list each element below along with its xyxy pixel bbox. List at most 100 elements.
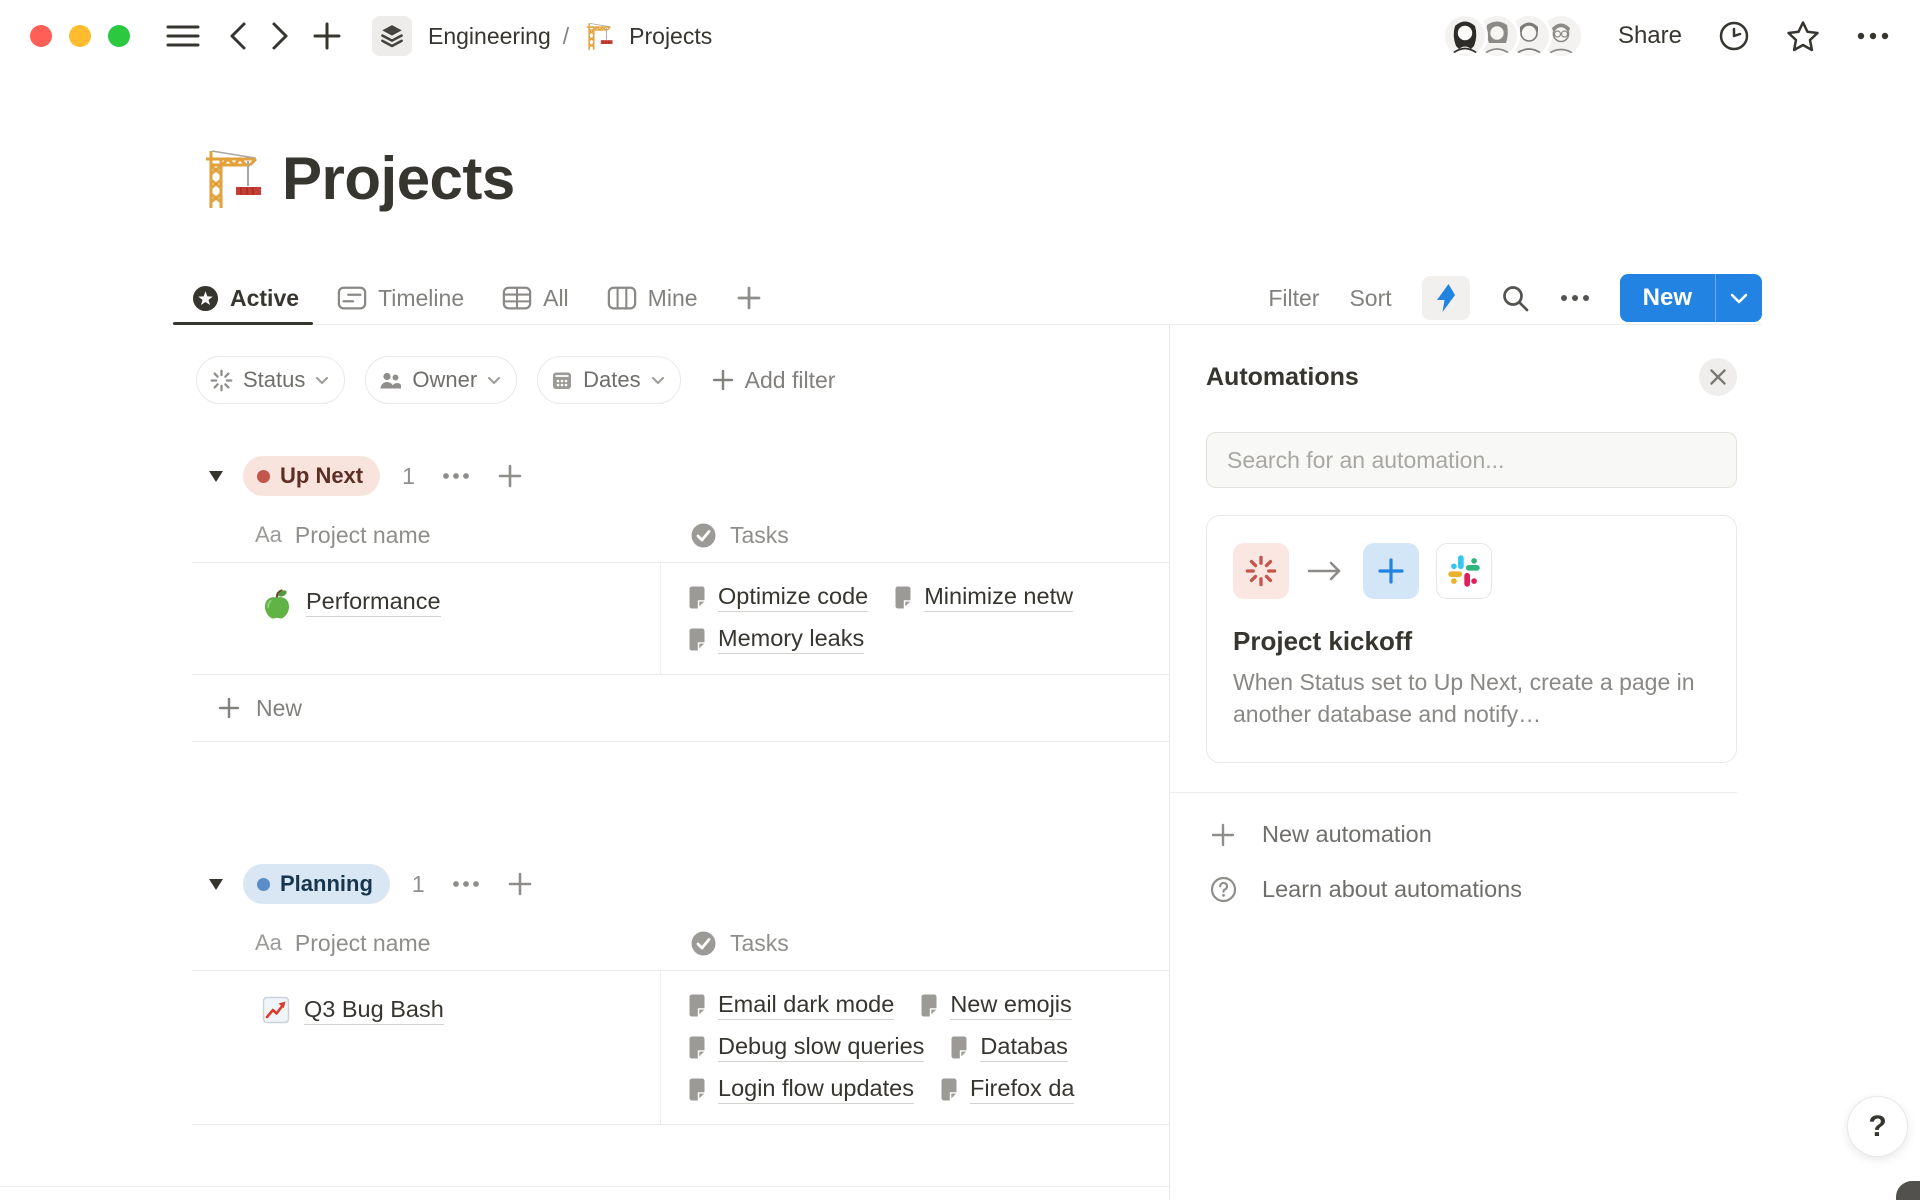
status-trigger-icon [1233, 543, 1289, 599]
group-badge[interactable]: Planning [243, 864, 390, 904]
group-options-button[interactable] [452, 880, 480, 888]
task-page-link[interactable]: Memory leaks [688, 625, 864, 654]
task-page-link[interactable]: Firefox da [940, 1075, 1075, 1104]
task-label: Databas [980, 1033, 1068, 1062]
breadcrumb-page[interactable]: Projects [629, 23, 712, 50]
automations-button[interactable] [1422, 276, 1470, 320]
new-record-button[interactable]: New [1620, 274, 1762, 322]
new-record-label[interactable]: New [1620, 274, 1715, 322]
chip-label: Dates [583, 367, 640, 393]
tab-label: Mine [648, 285, 698, 312]
column-header-tasks[interactable]: Tasks [660, 522, 1169, 549]
project-page-link[interactable]: Q3 Bug Bash [304, 996, 444, 1025]
tab-timeline[interactable]: Timeline [337, 272, 464, 324]
automation-search-input[interactable] [1225, 446, 1718, 475]
window-close-button[interactable] [30, 25, 52, 47]
column-header-tasks[interactable]: Tasks [660, 930, 1169, 957]
window-minimize-button[interactable] [69, 25, 91, 47]
more-options-button[interactable] [1856, 31, 1890, 41]
view-options-button[interactable] [1560, 294, 1590, 302]
text-property-icon: Aa [255, 930, 282, 956]
help-button[interactable]: ? [1847, 1096, 1908, 1157]
sidebar-menu-button[interactable] [166, 23, 200, 49]
view-toolbar: Filter Sort New [1268, 274, 1762, 322]
task-page-link[interactable]: New emojis [920, 991, 1071, 1020]
task-page-link[interactable]: Login flow updates [688, 1075, 914, 1104]
task-label: Firefox da [970, 1075, 1075, 1104]
close-panel-button[interactable] [1699, 358, 1737, 396]
learn-about-automations-button[interactable]: Learn about automations [1206, 862, 1737, 917]
window-corner [1896, 1181, 1920, 1200]
filter-button[interactable]: Filter [1268, 285, 1319, 312]
task-page-link[interactable]: Minimize netw [894, 583, 1073, 612]
sort-button[interactable]: Sort [1349, 285, 1391, 312]
slack-icon [1447, 554, 1481, 588]
page-icon [688, 1036, 706, 1059]
create-page-action-icon [1363, 543, 1419, 599]
group-add-button[interactable] [507, 871, 533, 897]
column-header-project-name[interactable]: Aa Project name [192, 930, 660, 957]
column-header-project-name[interactable]: Aa Project name [192, 522, 660, 549]
project-name-cell: Performance [192, 563, 660, 674]
favorite-button[interactable] [1786, 20, 1820, 53]
new-automation-button[interactable]: New automation [1206, 807, 1737, 862]
panel-title: Automations [1206, 363, 1359, 392]
chart-increasing-icon [262, 996, 290, 1024]
automation-card[interactable]: Project kickoff When Status set to Up Ne… [1206, 515, 1737, 763]
new-row-button[interactable]: New [192, 675, 1169, 742]
collapse-toggle-icon[interactable] [208, 878, 224, 891]
group-add-button[interactable] [497, 463, 523, 489]
task-page-link[interactable]: Email dark mode [688, 991, 894, 1020]
page-title[interactable]: Projects [282, 144, 515, 213]
ellipsis-icon [1856, 31, 1890, 41]
new-record-dropdown[interactable] [1716, 274, 1762, 322]
add-filter-label: Add filter [745, 367, 836, 394]
task-page-link[interactable]: Debug slow queries [688, 1033, 924, 1062]
column-header-label: Tasks [730, 522, 789, 549]
green-apple-icon [262, 588, 292, 620]
collapse-toggle-icon[interactable] [208, 470, 224, 483]
status-dot [257, 470, 270, 483]
window-zoom-button[interactable] [108, 25, 130, 47]
check-circle-icon [690, 522, 717, 549]
status-filter-chip[interactable]: Status [196, 356, 345, 404]
new-page-button[interactable] [312, 21, 342, 51]
tab-all[interactable]: All [502, 272, 569, 324]
dates-filter-chip[interactable]: Dates [537, 356, 680, 404]
plus-icon [711, 368, 735, 392]
add-view-button[interactable] [736, 285, 762, 311]
updates-button[interactable] [1718, 20, 1750, 52]
table-view-icon [502, 285, 532, 311]
owner-filter-chip[interactable]: Owner [365, 356, 517, 404]
task-page-link[interactable]: Optimize code [688, 583, 868, 612]
add-filter-button[interactable]: Add filter [711, 367, 836, 394]
breadcrumb-separator: / [563, 23, 569, 50]
table-header-row: Aa Project name Tasks [192, 916, 1169, 971]
back-button[interactable] [228, 21, 248, 51]
page-icon [688, 586, 706, 609]
content-bottom-divider [0, 1186, 1169, 1187]
group-options-button[interactable] [442, 472, 470, 480]
group-header: Planning 1 [192, 858, 1169, 910]
table-row: Performance Optimize code Minimize netw [192, 563, 1169, 675]
group-count: 1 [402, 463, 415, 490]
forward-button[interactable] [270, 21, 290, 51]
table-header-row: Aa Project name Tasks [192, 508, 1169, 563]
breadcrumb-teamspace-icon-button[interactable] [372, 16, 412, 56]
project-page-link[interactable]: Performance [306, 588, 441, 617]
automation-search[interactable] [1206, 432, 1737, 488]
avatar[interactable] [1442, 13, 1488, 59]
tab-mine[interactable]: Mine [607, 272, 698, 324]
task-label: Minimize netw [924, 583, 1073, 612]
breadcrumb-teamspace[interactable]: Engineering [428, 23, 551, 50]
task-label: New emojis [950, 991, 1071, 1020]
group-badge[interactable]: Up Next [243, 456, 380, 496]
column-header-label: Project name [295, 522, 431, 549]
group-header: Up Next 1 [192, 450, 1169, 502]
collaborator-avatars[interactable] [1442, 13, 1584, 59]
search-view-button[interactable] [1500, 283, 1530, 313]
share-button[interactable]: Share [1618, 22, 1682, 50]
page-icon [940, 1078, 958, 1101]
task-page-link[interactable]: Databas [950, 1033, 1068, 1062]
tab-active[interactable]: Active [192, 272, 299, 324]
